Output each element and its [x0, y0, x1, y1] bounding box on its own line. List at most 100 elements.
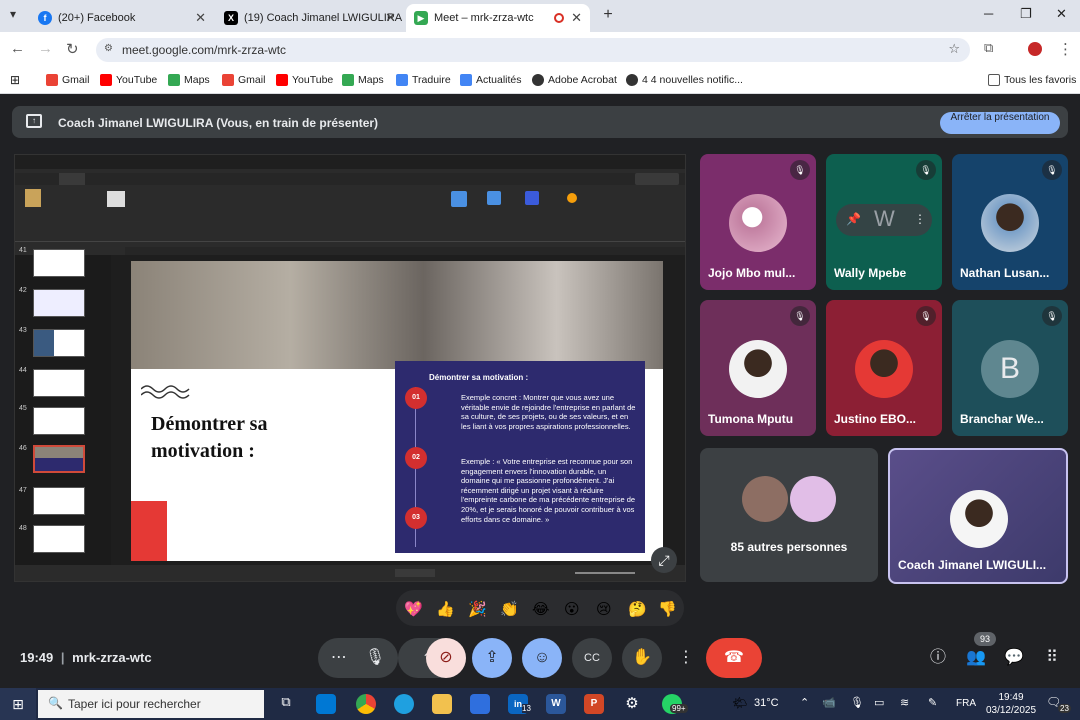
sad-reaction[interactable]: 😢 [596, 600, 612, 618]
expand-icon[interactable]: ⤢ [651, 547, 677, 573]
bookmark-acrobat[interactable]: Adobe Acrobat [532, 74, 617, 86]
minimize-icon[interactable]: ─ [984, 6, 993, 21]
tab-search-icon[interactable]: ▾ [10, 7, 16, 21]
bookmark-maps[interactable]: Maps [168, 74, 210, 86]
reload-icon[interactable]: ↻ [66, 40, 79, 58]
more-options-button[interactable]: ⋮ [672, 638, 700, 678]
slide-thumbnail[interactable] [33, 525, 85, 553]
mic-icon[interactable]: 🎙 [365, 649, 385, 666]
thinking-reaction[interactable]: 🤔 [628, 600, 647, 618]
bookmark-youtube-2[interactable]: YouTube [276, 74, 333, 86]
camera-off-button[interactable]: ⊘ [426, 638, 466, 678]
forward-icon[interactable]: → [38, 40, 53, 57]
taskbar-search[interactable]: 🔍 Taper ici pour rechercher [38, 690, 264, 718]
more-audio-icon[interactable]: ⋯ [331, 649, 347, 666]
surprised-reaction[interactable]: 😮 [564, 600, 580, 618]
profile-avatar[interactable] [1028, 42, 1042, 56]
tile-options[interactable]: 📌 W ⋮ [836, 204, 932, 236]
close-icon[interactable]: ✕ [385, 10, 396, 26]
party-reaction[interactable]: 🎉 [468, 600, 487, 618]
wifi-icon[interactable]: ≋ [900, 696, 909, 709]
participant-tile[interactable]: 🎙 B Branchar We... [952, 300, 1068, 436]
clap-reaction[interactable]: 👏 [500, 600, 519, 618]
bookmarks-bar: ⊞ Gmail YouTube Maps Gmail YouTube Maps … [0, 68, 1080, 94]
bookmark-notifications[interactable]: 4 4 nouvelles notific... [626, 74, 743, 86]
notifications-badge: 23 [1058, 704, 1071, 713]
new-tab-button[interactable]: + [598, 5, 618, 25]
word-icon[interactable]: W [546, 694, 566, 714]
tray-chevron-icon[interactable]: ⌃ [800, 696, 809, 709]
mic-control[interactable]: ⋯ 🎙 [318, 638, 398, 678]
participant-tile[interactable]: 🎙 Tumona Mputu [700, 300, 816, 436]
mic-tray-icon[interactable]: 🎙 [850, 696, 864, 709]
back-icon[interactable]: ← [10, 40, 25, 57]
others-tile[interactable]: 85 autres personnes [700, 448, 878, 582]
outlook-icon[interactable] [316, 694, 336, 714]
participant-tile[interactable]: 🎙 Nathan Lusan... [952, 154, 1068, 290]
bookmark-news[interactable]: Actualités [460, 74, 522, 86]
info-icon[interactable]: ⓘ [920, 638, 956, 678]
pin-icon[interactable]: 📌 [846, 212, 861, 226]
bookmark-star-icon[interactable]: ☆ [948, 41, 960, 57]
settings-icon[interactable]: ⚙ [622, 694, 642, 714]
extensions-icon[interactable]: ⧉ [984, 40, 993, 56]
camera-tray-icon[interactable]: 📹 [822, 696, 836, 709]
activities-icon[interactable]: ⠿ [1034, 638, 1070, 678]
meeting-info: 19:49 | mrk-zrza-wtc [20, 650, 152, 665]
slide-thumbnail-active[interactable] [33, 445, 85, 473]
bookmark-youtube[interactable]: YouTube [100, 74, 157, 86]
participant-tile[interactable]: 🎙 Jojo Mbo mul... [700, 154, 816, 290]
menu-icon[interactable]: ⋮ [1058, 40, 1073, 58]
bookmark-gmail-2[interactable]: Gmail [222, 74, 265, 86]
slide-thumbnail[interactable] [33, 289, 85, 317]
windows-start-icon[interactable]: ⊞ [0, 688, 36, 720]
thumbs-down-reaction[interactable]: 👎 [658, 600, 677, 618]
clock[interactable]: 19:49 03/12/2025 [982, 691, 1040, 717]
chrome-icon[interactable] [356, 694, 376, 714]
raise-hand-button[interactable]: ✋ [622, 638, 662, 678]
site-info-icon[interactable]: ⚙ [104, 43, 113, 54]
tab-meet[interactable]: ▶ Meet – mrk-zrza-wtc ✕ [406, 4, 590, 32]
captions-button[interactable]: CC [572, 638, 612, 678]
leave-call-button[interactable]: ☎ [706, 638, 762, 678]
close-icon[interactable]: ✕ [571, 10, 582, 26]
close-icon[interactable]: ✕ [195, 10, 206, 26]
thumbs-up-reaction[interactable]: 👍 [436, 600, 455, 618]
window-close-icon[interactable]: ✕ [1056, 6, 1067, 22]
stop-presenting-button[interactable]: Arrêter la présentation [940, 112, 1060, 134]
self-tile[interactable]: Coach Jimanel LWIGULI... [888, 448, 1068, 584]
powerpoint-icon[interactable]: P [584, 694, 604, 714]
bookmark-maps-2[interactable]: Maps [342, 74, 384, 86]
present-button[interactable]: ⇪ [472, 638, 512, 678]
bookmark-translate[interactable]: Traduire [396, 74, 451, 86]
slide-thumbnail[interactable] [33, 249, 85, 277]
bookmark-gmail[interactable]: Gmail [46, 74, 89, 86]
address-bar[interactable]: ⚙ meet.google.com/mrk-zrza-wtc ☆ [96, 38, 970, 62]
apps-icon[interactable]: ⊞ [10, 73, 20, 87]
battery-icon[interactable]: ▭ [874, 696, 884, 709]
slide-thumbnail[interactable] [33, 329, 85, 357]
item-text: Exemple concret : Montrer que vous avez … [461, 393, 636, 431]
more-options-icon[interactable]: ⋮ [914, 212, 926, 226]
participant-tile[interactable]: 🎙 📌 W ⋮ Wally Mpebe [826, 154, 942, 290]
slide-thumbnail[interactable] [33, 369, 85, 397]
heart-reaction[interactable]: 💖 [404, 600, 423, 618]
mic-off-icon: 🎙 [790, 306, 810, 326]
participant-tile[interactable]: 🎙 Justino EBO... [826, 300, 942, 436]
laugh-reaction[interactable]: 😂 [532, 600, 550, 618]
file-explorer-icon[interactable] [432, 694, 452, 714]
emoji-button[interactable]: ☺ [522, 638, 562, 678]
store-icon[interactable] [470, 694, 490, 714]
participant-name: Justino EBO... [834, 412, 917, 426]
task-view-icon[interactable]: ⧉ [276, 694, 296, 714]
edge-icon[interactable] [394, 694, 414, 714]
tab-x[interactable]: X (19) Coach Jimanel LWIGULIRA ✕ [216, 4, 404, 32]
language[interactable]: FRA [956, 698, 976, 709]
slide-thumbnail[interactable] [33, 407, 85, 435]
chat-icon[interactable]: 💬 [996, 638, 1032, 678]
tab-facebook[interactable]: f (20+) Facebook ✕ [30, 4, 214, 32]
maximize-icon[interactable]: ❐ [1020, 6, 1032, 22]
all-bookmarks[interactable]: Tous les favoris [988, 74, 1076, 86]
pen-icon[interactable]: ✎ [928, 696, 937, 709]
slide-thumbnail[interactable] [33, 487, 85, 515]
